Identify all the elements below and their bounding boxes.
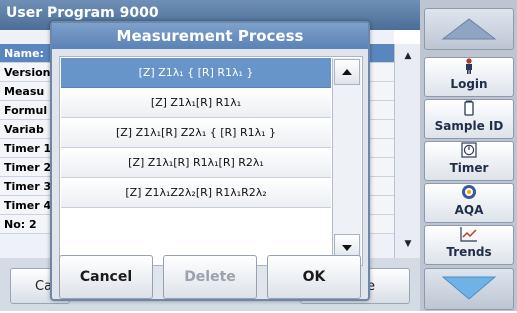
measurement-option[interactable]: [Z] Z1λ₁[R] R1λ₁ <box>61 88 331 118</box>
side-scroll-up-button[interactable] <box>424 8 514 50</box>
login-button[interactable]: Login <box>424 57 514 97</box>
timer-label: Timer <box>449 161 489 175</box>
list-scroll-up-button[interactable] <box>334 59 360 85</box>
up-triangle-icon <box>342 69 352 75</box>
measurement-option[interactable]: [Z] Z1λ₁[R] R1λ₁[R] R2λ₁ <box>61 148 331 178</box>
down-arrow-icon <box>441 276 497 300</box>
dialog-button-bar: Cancel Delete OK <box>52 255 368 301</box>
timer-icon <box>425 142 513 160</box>
measurement-option[interactable]: [Z] Z1λ₁[R] Z2λ₁ { [R] R1λ₁ } <box>61 118 331 148</box>
dialog-title: Measurement Process <box>52 23 368 49</box>
trends-chart-icon <box>425 226 513 244</box>
ok-button[interactable]: OK <box>267 255 361 299</box>
trends-button[interactable]: Trends <box>424 225 514 265</box>
login-label: Login <box>450 77 488 91</box>
side-scroll-down-button[interactable] <box>424 268 514 310</box>
measurement-option-list: [Z] Z1λ₁ { [R] R1λ₁ } [Z] Z1λ₁[R] R1λ₁ [… <box>59 56 363 266</box>
scroll-down-arrow-icon[interactable]: ▼ <box>395 234 421 254</box>
person-icon <box>425 58 513 76</box>
measurement-process-dialog: Measurement Process [Z] Z1λ₁ { [R] R1λ₁ … <box>50 21 370 301</box>
sample-id-button[interactable]: Sample ID <box>424 99 514 139</box>
measurement-option[interactable]: [Z] Z1λ₁Z2λ₂[R] R1λ₁R2λ₂ <box>61 178 331 208</box>
aqa-label: AQA <box>454 203 484 217</box>
trends-label: Trends <box>446 245 492 259</box>
sample-id-label: Sample ID <box>434 119 504 133</box>
bottle-icon <box>425 100 513 118</box>
up-arrow-icon <box>441 18 497 40</box>
delete-button[interactable]: Delete <box>163 255 257 299</box>
screen: User Program 9000 Name: Version Measu Fo… <box>0 0 517 311</box>
side-panel: Login Sample ID Timer AQA Trends <box>420 0 517 311</box>
scroll-up-arrow-icon[interactable]: ▲ <box>395 46 421 66</box>
aqa-icon <box>425 184 513 202</box>
timer-button[interactable]: Timer <box>424 141 514 181</box>
aqa-button[interactable]: AQA <box>424 183 514 223</box>
cancel-button[interactable]: Cancel <box>59 255 153 299</box>
measurement-option[interactable]: [Z] Z1λ₁ { [R] R1λ₁ } <box>61 58 331 88</box>
option-list-scrollbar[interactable] <box>332 58 361 264</box>
background-scrollbar[interactable]: ▲ ▼ <box>394 44 421 258</box>
